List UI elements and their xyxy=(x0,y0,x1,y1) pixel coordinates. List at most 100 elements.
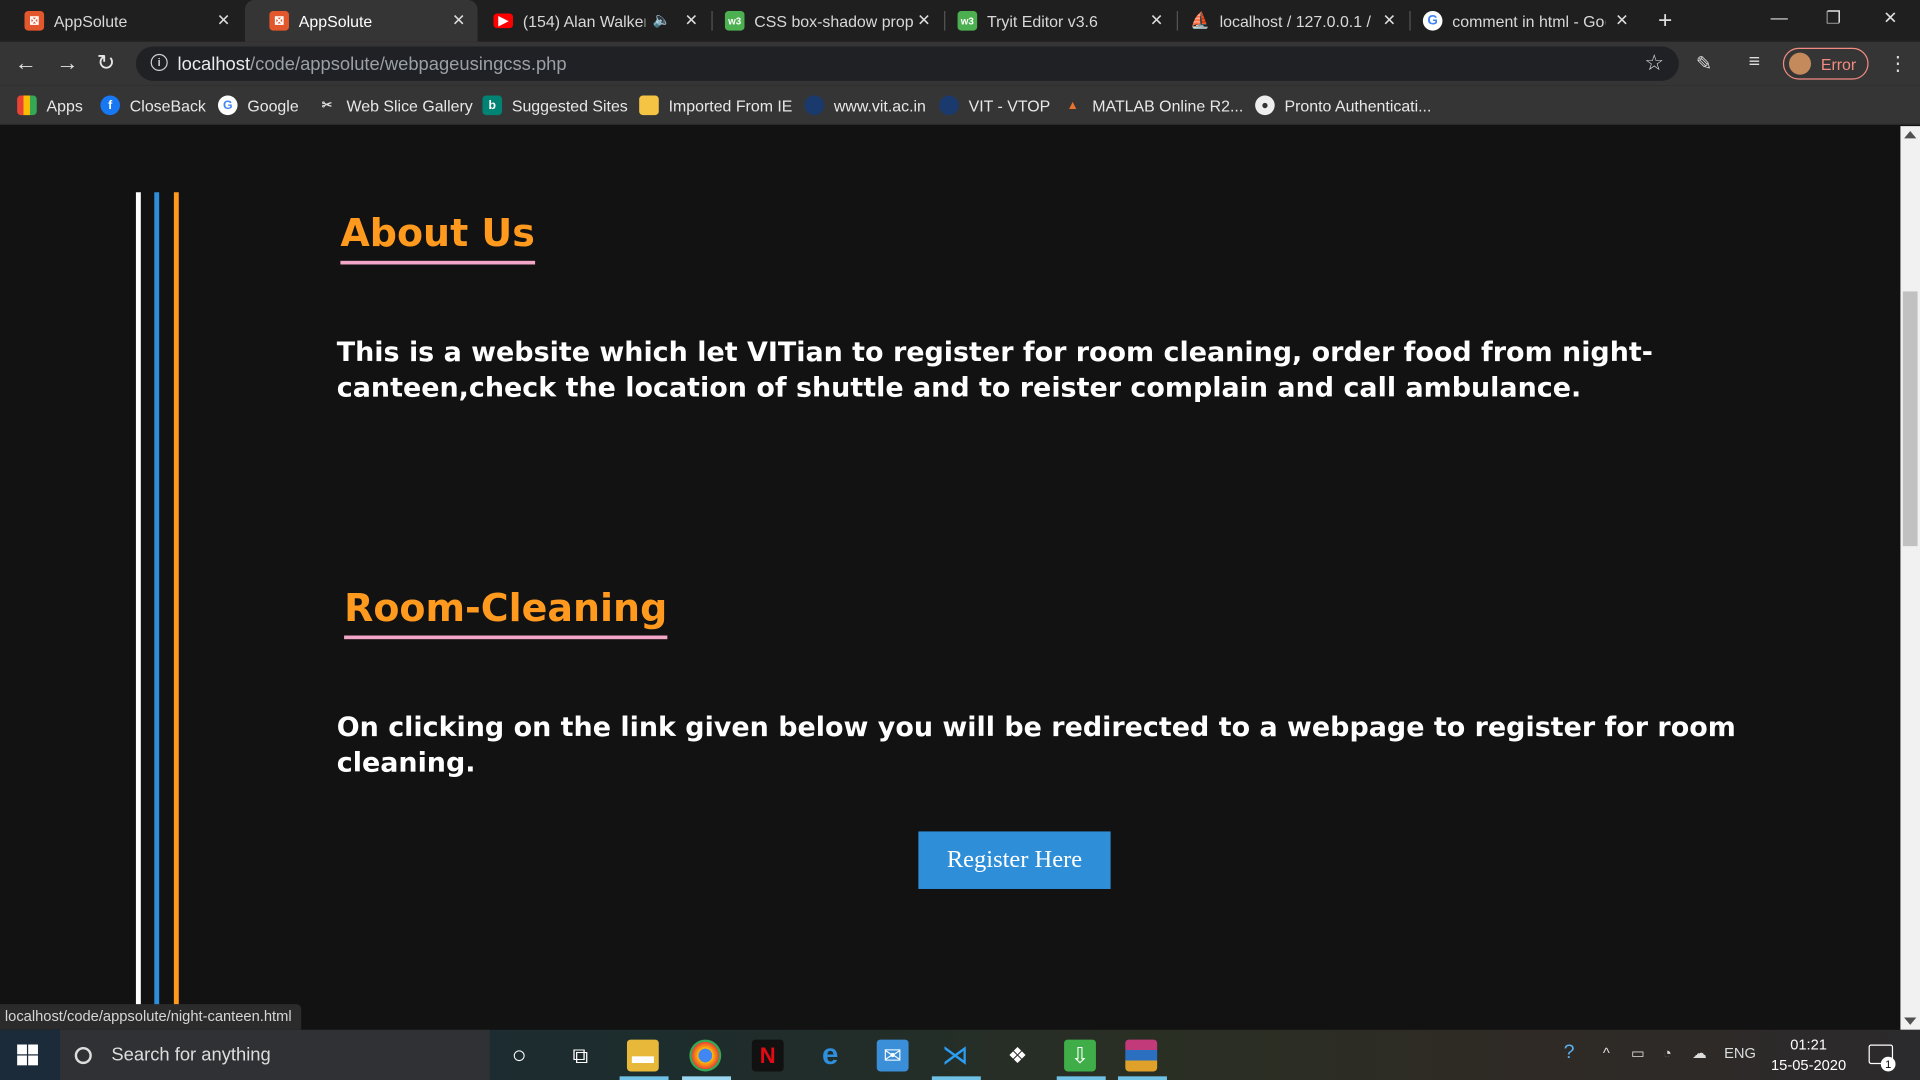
tab-title: comment in html - Goo xyxy=(1452,11,1606,31)
profile-status: Error xyxy=(1820,54,1857,73)
tab-appsolute-1[interactable]: ⊠ AppSolute ✕ xyxy=(0,0,242,42)
scroll-down-arrow-icon[interactable] xyxy=(1904,1017,1917,1025)
bookmark-matlab[interactable]: ▲ MATLAB Online R2... xyxy=(1063,96,1244,116)
tab-title: AppSolute xyxy=(298,11,373,31)
close-icon[interactable]: ✕ xyxy=(917,11,930,31)
w3schools-icon: w3 xyxy=(957,11,978,31)
bookmark-closeback[interactable]: f CloseBack xyxy=(100,95,206,116)
language-indicator[interactable]: ENG xyxy=(1724,1044,1756,1061)
media-control-icon[interactable]: ≡ xyxy=(1749,51,1760,73)
decorative-line-blue xyxy=(154,192,160,1025)
restore-button[interactable]: ❐ xyxy=(1826,7,1841,28)
bookmarks-bar: Apps f CloseBack G Google ✂ Web Slice Ga… xyxy=(0,85,1920,125)
tab-tryit-editor[interactable]: w3 Tryit Editor v3.6 ✕ xyxy=(945,0,1175,42)
bookmark-vtop[interactable]: VIT - VTOP xyxy=(939,95,1051,116)
extension-pen-icon[interactable]: ✎ xyxy=(1696,51,1712,75)
address-bar[interactable]: i localhost/code/appsolute/webpageusingc… xyxy=(135,46,1679,81)
avatar xyxy=(1788,52,1812,75)
reload-button[interactable]: ↻ xyxy=(97,50,115,76)
cortana-icon[interactable]: ○ xyxy=(503,1040,535,1072)
vscode-icon[interactable]: ⋊ xyxy=(939,1040,971,1072)
netflix-icon[interactable]: N xyxy=(751,1039,784,1072)
youtube-icon: ▶ xyxy=(493,13,514,29)
back-button[interactable]: ← xyxy=(15,50,37,76)
tab-youtube[interactable]: ▶ (154) Alan Walker 🔈 ✕ xyxy=(478,0,711,42)
chrome-icon[interactable] xyxy=(689,1039,722,1072)
new-tab-button[interactable]: + xyxy=(1658,7,1672,35)
bookmark-web-slice-gallery[interactable]: ✂ Web Slice Gallery xyxy=(317,96,473,116)
info-icon[interactable]: i xyxy=(150,53,168,72)
help-icon[interactable]: ? xyxy=(1564,1042,1575,1064)
edge-icon[interactable]: e xyxy=(814,1038,846,1071)
room-cleaning-heading: Room-Cleaning xyxy=(344,587,668,640)
register-here-button[interactable]: Register Here xyxy=(918,831,1111,889)
phpmyadmin-icon: ⛵ xyxy=(1190,11,1210,30)
running-indicator xyxy=(1056,1076,1106,1080)
page-scrollbar[interactable] xyxy=(1900,126,1920,1030)
tab-title: (154) Alan Walker xyxy=(522,11,646,31)
battery-icon[interactable]: ▭ xyxy=(1631,1044,1645,1061)
running-indicator xyxy=(931,1076,981,1080)
mail-icon[interactable]: ✉ xyxy=(876,1039,909,1072)
facebook-icon: f xyxy=(100,95,121,116)
decorative-line-orange xyxy=(173,192,179,1025)
task-view-icon[interactable]: ⧉ xyxy=(564,1040,596,1072)
bookmark-pronto[interactable]: ● Pronto Authenticati... xyxy=(1255,95,1432,116)
minimize-button[interactable]: — xyxy=(1771,7,1788,27)
file-explorer-icon[interactable]: ▬ xyxy=(626,1039,659,1072)
scroll-up-arrow-icon[interactable] xyxy=(1904,131,1917,139)
running-indicator xyxy=(682,1076,732,1080)
xampp-icon: ⊠ xyxy=(269,11,289,31)
speaker-icon[interactable]: 🔈 xyxy=(653,11,671,28)
tab-appsolute-2[interactable]: ⊠ AppSolute ✕ xyxy=(244,0,478,42)
url-text[interactable]: localhost/code/appsolute/webpageusingcss… xyxy=(178,54,567,75)
dropbox-icon[interactable]: ❖ xyxy=(1002,1040,1034,1072)
window-close-button[interactable]: ✕ xyxy=(1883,7,1897,28)
bookmark-star-icon[interactable]: ☆ xyxy=(1644,50,1664,76)
apps-grid-icon xyxy=(17,95,37,116)
close-icon[interactable]: ✕ xyxy=(1383,11,1396,31)
web-slice-icon: ✂ xyxy=(321,98,333,113)
bookmark-label: Pronto Authenticati... xyxy=(1284,96,1432,115)
taskbar-search-box[interactable]: Search for anything xyxy=(60,1029,490,1080)
winrar-icon[interactable] xyxy=(1125,1039,1158,1072)
windows-start-icon[interactable] xyxy=(17,1044,39,1066)
url-path: /code/appsolute/webpageusingcss.php xyxy=(250,53,567,75)
chevron-up-icon[interactable]: ^ xyxy=(1603,1044,1610,1061)
folder-icon xyxy=(639,95,659,116)
bookmark-label: VIT - VTOP xyxy=(968,96,1051,115)
tab-strip: ⊠ AppSolute ✕ ⊠ AppSolute ✕ ▶ (154) Alan… xyxy=(0,0,1920,42)
bookmark-label: Imported From IE xyxy=(668,96,793,115)
browser-toolbar: ← → ↻ i localhost/code/appsolute/webpage… xyxy=(0,41,1920,86)
close-icon[interactable]: ✕ xyxy=(1150,11,1163,31)
tab-phpmyadmin[interactable]: ⛵ localhost / 127.0.0.1 / s ✕ xyxy=(1178,0,1408,42)
wifi-icon[interactable]: ◔ xyxy=(1663,1044,1672,1061)
cloud-download-icon[interactable]: ⇩ xyxy=(1064,1039,1096,1072)
bookmark-apps[interactable]: Apps xyxy=(17,95,83,116)
tab-css-box-shadow[interactable]: w3 CSS box-shadow prope ✕ xyxy=(713,0,943,42)
about-us-heading: About Us xyxy=(340,212,535,265)
forward-button[interactable]: → xyxy=(56,50,78,76)
bookmark-google[interactable]: G Google xyxy=(217,95,299,116)
menu-kebab-icon[interactable]: ⋮ xyxy=(1888,51,1908,75)
matlab-icon: ▲ xyxy=(1066,98,1079,113)
globe-icon: ● xyxy=(1255,95,1275,116)
bookmark-vit[interactable]: www.vit.ac.in xyxy=(804,95,926,116)
bookmark-imported-from-ie[interactable]: Imported From IE xyxy=(639,95,793,116)
bookmark-suggested-sites[interactable]: b Suggested Sites xyxy=(482,95,628,116)
bookmark-label: Web Slice Gallery xyxy=(346,96,473,115)
profile-button[interactable]: Error xyxy=(1782,47,1869,80)
close-icon[interactable]: ✕ xyxy=(452,11,465,31)
close-icon[interactable]: ✕ xyxy=(217,11,230,31)
google-icon: G xyxy=(217,95,238,116)
onedrive-icon[interactable]: ☁ xyxy=(1692,1044,1707,1061)
tab-title: CSS box-shadow prope xyxy=(754,11,914,31)
close-icon[interactable]: ✕ xyxy=(685,11,698,31)
clock[interactable]: 01:21 15-05-2020 xyxy=(1769,1035,1847,1077)
close-icon[interactable]: ✕ xyxy=(1615,11,1628,31)
bookmark-label: CloseBack xyxy=(129,96,206,115)
scrollbar-thumb[interactable] xyxy=(1902,291,1918,547)
tab-google-search[interactable]: G comment in html - Goo ✕ xyxy=(1411,0,1641,42)
url-host: localhost xyxy=(177,53,251,75)
bing-icon: b xyxy=(482,95,503,116)
